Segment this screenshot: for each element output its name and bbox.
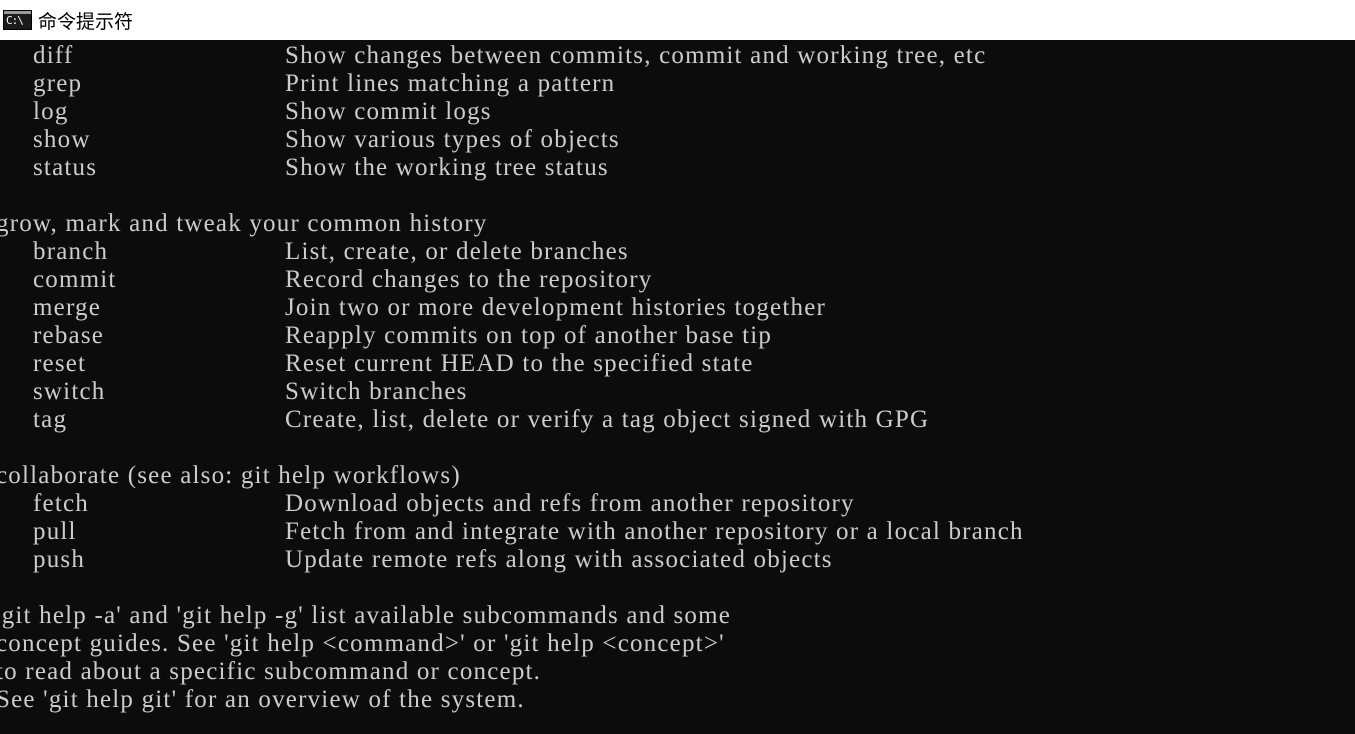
command-description: Fetch from and integrate with another re… (285, 518, 1024, 545)
footer-text: concept guides. See 'git help <command>'… (0, 630, 725, 657)
group-heading-text: grow, mark and tweak your common history (0, 210, 488, 237)
command-name: pull (33, 518, 77, 545)
command-name: reset (33, 350, 87, 377)
command-description: Reapply commits on top of another base t… (285, 322, 773, 349)
command-description: Show changes between commits, commit and… (285, 42, 987, 69)
command-name: commit (33, 266, 117, 293)
command-description: Show various types of objects (285, 126, 620, 153)
command-name: push (33, 546, 86, 573)
cmd-icon[interactable]: C:\ (3, 10, 32, 30)
command-description: Join two or more development histories t… (285, 294, 827, 321)
footer-text: See 'git help git' for an overview of th… (0, 686, 525, 713)
command-name: branch (33, 238, 109, 265)
command-prompt-window: C:\ 命令提示符 diff Show changes between commi… (0, 0, 1355, 734)
footer-text: 'git help -a' and 'git help -g' list ava… (0, 602, 732, 629)
title-bar[interactable]: C:\ 命令提示符 (0, 0, 1355, 40)
command-description: Show commit logs (285, 98, 492, 125)
command-name: switch (33, 378, 106, 405)
command-description: Record changes to the repository (285, 266, 653, 293)
command-name: diff (33, 42, 74, 69)
command-description: Update remote refs along with associated… (285, 546, 833, 573)
command-description: Show the working tree status (285, 154, 609, 181)
command-name: fetch (33, 490, 89, 517)
command-description: Switch branches (285, 378, 468, 405)
command-name: rebase (33, 322, 105, 349)
window-title: 命令提示符 (38, 10, 134, 33)
command-description: List, create, or delete branches (285, 238, 629, 265)
console-output[interactable]: diff Show changes between commits, commit… (0, 42, 1355, 734)
command-description: Reset current HEAD to the specified stat… (285, 350, 754, 377)
group-heading-text: collaborate (see also: git help workflow… (0, 462, 461, 489)
command-name: log (33, 98, 69, 125)
cmd-icon-text: C:\ (6, 14, 24, 27)
command-name: tag (33, 406, 68, 433)
command-description: Print lines matching a pattern (285, 70, 616, 97)
command-name: merge (33, 294, 102, 321)
command-description: Download objects and refs from another r… (285, 490, 855, 517)
command-name: grep (33, 70, 83, 97)
command-description: Create, list, delete or verify a tag obj… (285, 406, 930, 433)
command-name: show (33, 126, 91, 153)
command-name: status (33, 154, 98, 181)
footer-text: to read about a specific subcommand or c… (0, 658, 542, 685)
